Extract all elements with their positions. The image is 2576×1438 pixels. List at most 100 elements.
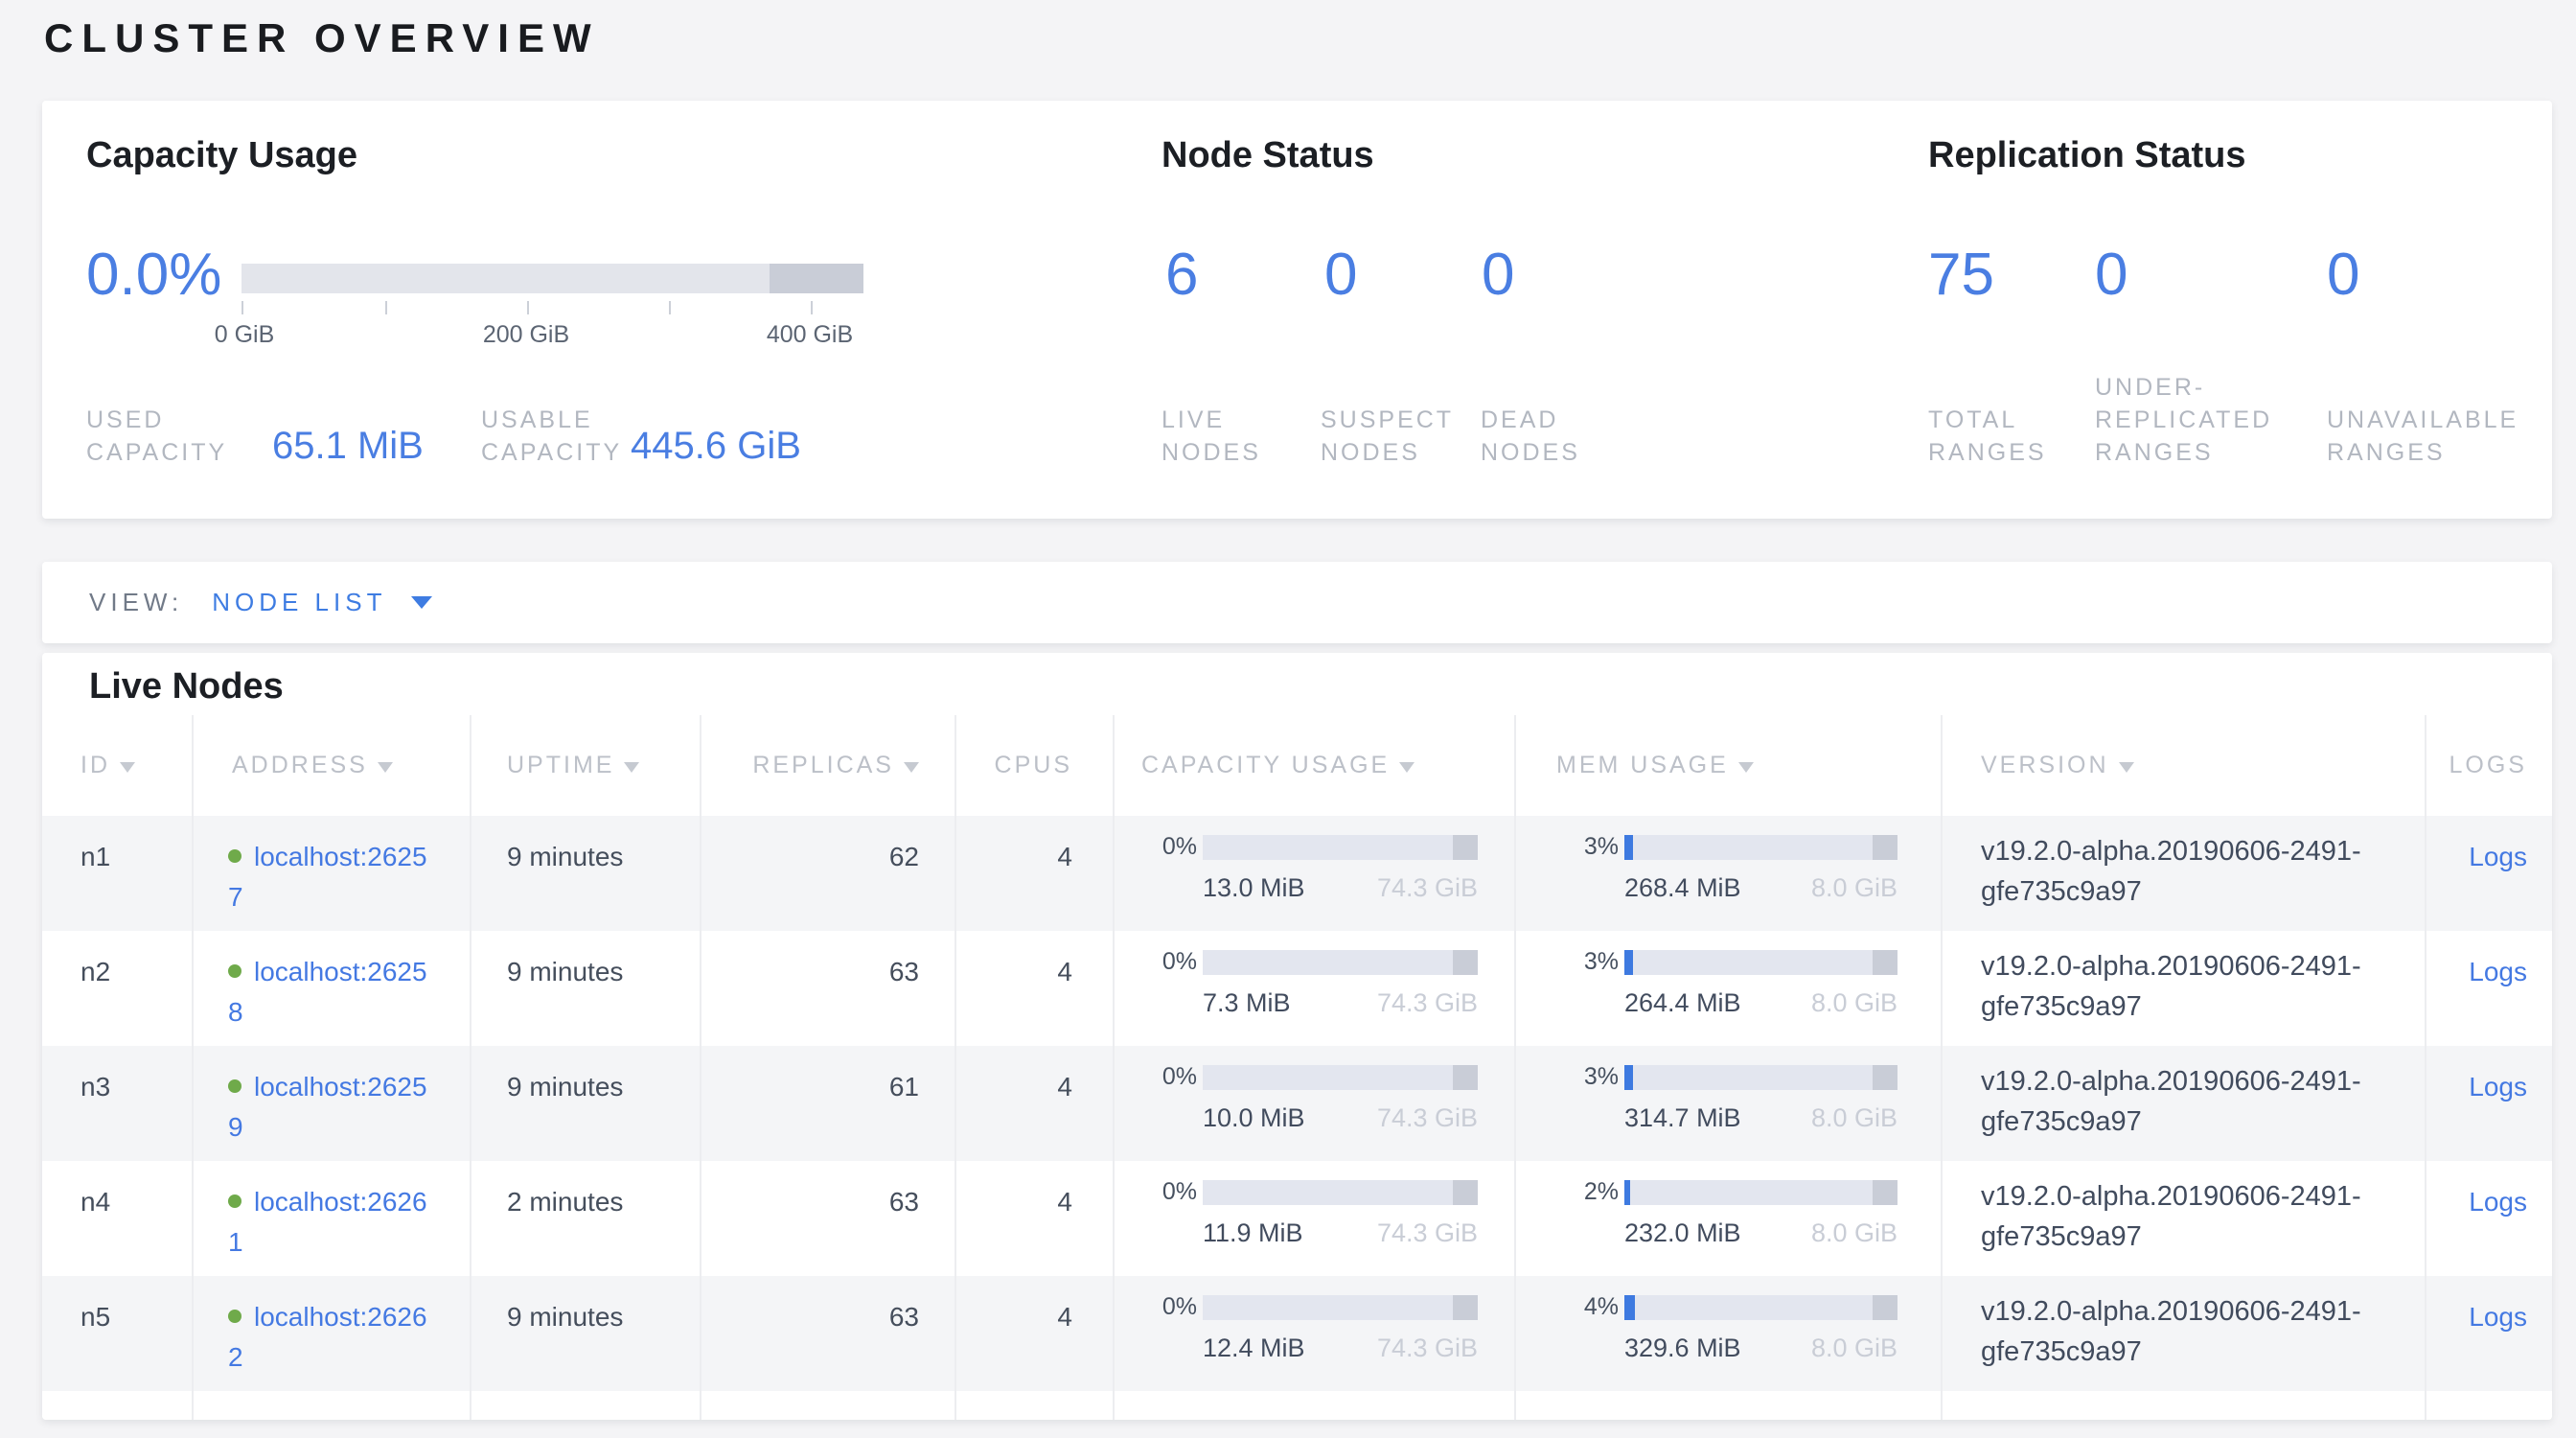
version-text: v19.2.0-alpha.20190606-2491-gfe735c9a97: [1981, 946, 2414, 1027]
axis-tick: [242, 301, 243, 314]
capacity-used-value: 11.9 MiB: [1203, 1218, 1303, 1248]
memory-used-value: 268.4 MiB: [1624, 873, 1741, 903]
memory-usage-percent: 3%: [1556, 948, 1619, 976]
capacity-usage-bar: 0 GiB 200 GiB 400 GiB: [242, 264, 863, 293]
capacity-usage-percent: 0%: [1141, 1293, 1197, 1321]
axis-label-0gib: 0 GiB: [215, 321, 275, 349]
capacity-usage-bar-dark-segment: [1453, 835, 1478, 860]
cell-capacity-usage: 0%11.9 MiB74.3 GiB: [1113, 1161, 1514, 1276]
cell-cpus: 4: [954, 816, 1113, 931]
cell-logs: Logs: [2425, 1161, 2552, 1276]
memory-usage-bar-dark-segment: [1873, 1065, 1898, 1090]
capacity-usage-widget: 0%12.4 MiB74.3 GiB: [1141, 1293, 1514, 1363]
cell-node-address: localhost:26258: [192, 931, 470, 1046]
capacity-used-value: 7.3 MiB: [1203, 988, 1291, 1018]
memory-usage-bar-dark-segment: [1873, 950, 1898, 975]
under-replicated-ranges-count: 0: [2095, 241, 2128, 309]
cell-node-id: n5: [42, 1276, 192, 1391]
unavailable-ranges-label: UNAVAILABLE RANGES: [2327, 404, 2518, 469]
capacity-total-value: 74.3 GiB: [1377, 1103, 1478, 1133]
node-address-link[interactable]: localhost:26257: [228, 842, 427, 912]
version-text: v19.2.0-alpha.20190606-2491-gfe735c9a97: [1981, 1291, 2414, 1372]
memory-total-value: 8.0 GiB: [1811, 1334, 1898, 1363]
column-header-replicas[interactable]: REPLICAS: [700, 715, 954, 816]
node-address-link[interactable]: localhost:26261: [228, 1187, 427, 1257]
table-row: n1localhost:262579 minutes6240%13.0 MiB7…: [42, 816, 2552, 931]
cell-version: v19.2.0-alpha.20190606-2491-gfe735c9a97: [1941, 816, 2425, 931]
cell-empty: [2425, 1391, 2552, 1420]
version-text: v19.2.0-alpha.20190606-2491-gfe735c9a97: [1981, 831, 2414, 912]
cell-uptime: 9 minutes: [470, 1276, 700, 1391]
cell-node-address: localhost:26257: [192, 816, 470, 931]
memory-total-value: 8.0 GiB: [1811, 988, 1898, 1018]
memory-usage-bar-dark-segment: [1873, 835, 1898, 860]
column-header-capacity-usage[interactable]: CAPACITY USAGE: [1113, 715, 1514, 816]
column-header-uptime[interactable]: UPTIME: [470, 715, 700, 816]
cell-cpus: 4: [954, 1276, 1113, 1391]
capacity-usage-title: Capacity Usage: [86, 135, 357, 176]
cell-mem-usage: 2%232.0 MiB8.0 GiB: [1514, 1161, 1941, 1276]
logs-link[interactable]: Logs: [2469, 842, 2527, 871]
memory-usage-bar-fill: [1624, 1180, 1630, 1205]
capacity-usage-percent: 0%: [1141, 948, 1197, 976]
capacity-usage-bar-dark-segment: [1453, 950, 1478, 975]
axis-tick: [385, 301, 387, 314]
capacity-used-value: 12.4 MiB: [1203, 1334, 1305, 1363]
logs-link[interactable]: Logs: [2469, 1072, 2527, 1102]
cell-empty: [42, 1391, 192, 1420]
dead-nodes-label: DEAD NODES: [1481, 404, 1580, 469]
capacity-used-value: 10.0 MiB: [1203, 1103, 1305, 1133]
memory-usage-percent: 3%: [1556, 1063, 1619, 1091]
node-address-link[interactable]: localhost:26259: [228, 1072, 427, 1142]
node-address-link[interactable]: localhost:26262: [228, 1302, 427, 1372]
capacity-usage-bar-dark-segment: [1453, 1065, 1478, 1090]
capacity-used-percent: 0.0%: [86, 241, 221, 309]
page-title: CLUSTER OVERVIEW: [44, 15, 600, 61]
node-live-status-dot: [228, 1310, 242, 1323]
column-header-label: ID: [80, 752, 110, 778]
cell-empty: [1941, 1391, 2425, 1420]
column-header-logs: LOGS: [2425, 715, 2552, 816]
logs-link[interactable]: Logs: [2469, 957, 2527, 986]
column-header-version[interactable]: VERSION: [1941, 715, 2425, 816]
cell-version: v19.2.0-alpha.20190606-2491-gfe735c9a97: [1941, 1046, 2425, 1161]
cell-capacity-usage: 0%10.0 MiB74.3 GiB: [1113, 1046, 1514, 1161]
suspect-nodes-label: SUSPECT NODES: [1321, 404, 1454, 469]
logs-link[interactable]: Logs: [2469, 1302, 2527, 1332]
cell-mem-usage: 3%264.4 MiB8.0 GiB: [1514, 931, 1941, 1046]
node-live-status-dot: [228, 1194, 242, 1208]
axis-tick: [527, 301, 529, 314]
sort-caret-icon: [904, 762, 919, 773]
memory-usage-widget: 3%268.4 MiB8.0 GiB: [1556, 833, 1941, 903]
logs-link[interactable]: Logs: [2469, 1187, 2527, 1217]
column-header-label: VERSION: [1981, 752, 2109, 778]
memory-usage-bar: [1624, 1065, 1898, 1090]
view-dropdown[interactable]: NODE LIST: [212, 588, 432, 617]
column-header-label: CAPACITY USAGE: [1141, 752, 1390, 778]
column-header-address[interactable]: ADDRESS: [192, 715, 470, 816]
used-capacity-value: 65.1 MiB: [272, 425, 424, 468]
capacity-usage-bar: [1203, 1295, 1478, 1320]
cell-mem-usage: 3%314.7 MiB8.0 GiB: [1514, 1046, 1941, 1161]
cell-cpus: 4: [954, 931, 1113, 1046]
cell-empty: [700, 1391, 954, 1420]
cell-capacity-usage: 0%13.0 MiB74.3 GiB: [1113, 816, 1514, 931]
view-selected-value[interactable]: NODE LIST: [212, 588, 386, 617]
column-header-id[interactable]: ID: [42, 715, 192, 816]
cell-mem-usage: 4%329.6 MiB8.0 GiB: [1514, 1276, 1941, 1391]
cell-node-address: localhost:26259: [192, 1046, 470, 1161]
chevron-down-icon[interactable]: [411, 596, 432, 609]
capacity-usage-percent: 0%: [1141, 833, 1197, 861]
memory-usage-bar: [1624, 1180, 1898, 1205]
memory-usage-bar-dark-segment: [1873, 1180, 1898, 1205]
cell-uptime: 2 minutes: [470, 1161, 700, 1276]
view-selector-bar: VIEW: NODE LIST: [42, 562, 2552, 643]
nodes-table: IDADDRESSUPTIMEREPLICASCPUSCAPACITY USAG…: [42, 715, 2552, 1420]
cell-uptime: 9 minutes: [470, 931, 700, 1046]
memory-usage-bar-fill: [1624, 1295, 1635, 1320]
cell-replicas: 62: [700, 816, 954, 931]
cell-empty: [954, 1391, 1113, 1420]
column-header-mem-usage[interactable]: MEM USAGE: [1514, 715, 1941, 816]
capacity-total-value: 74.3 GiB: [1377, 988, 1478, 1018]
node-address-link[interactable]: localhost:26258: [228, 957, 427, 1027]
